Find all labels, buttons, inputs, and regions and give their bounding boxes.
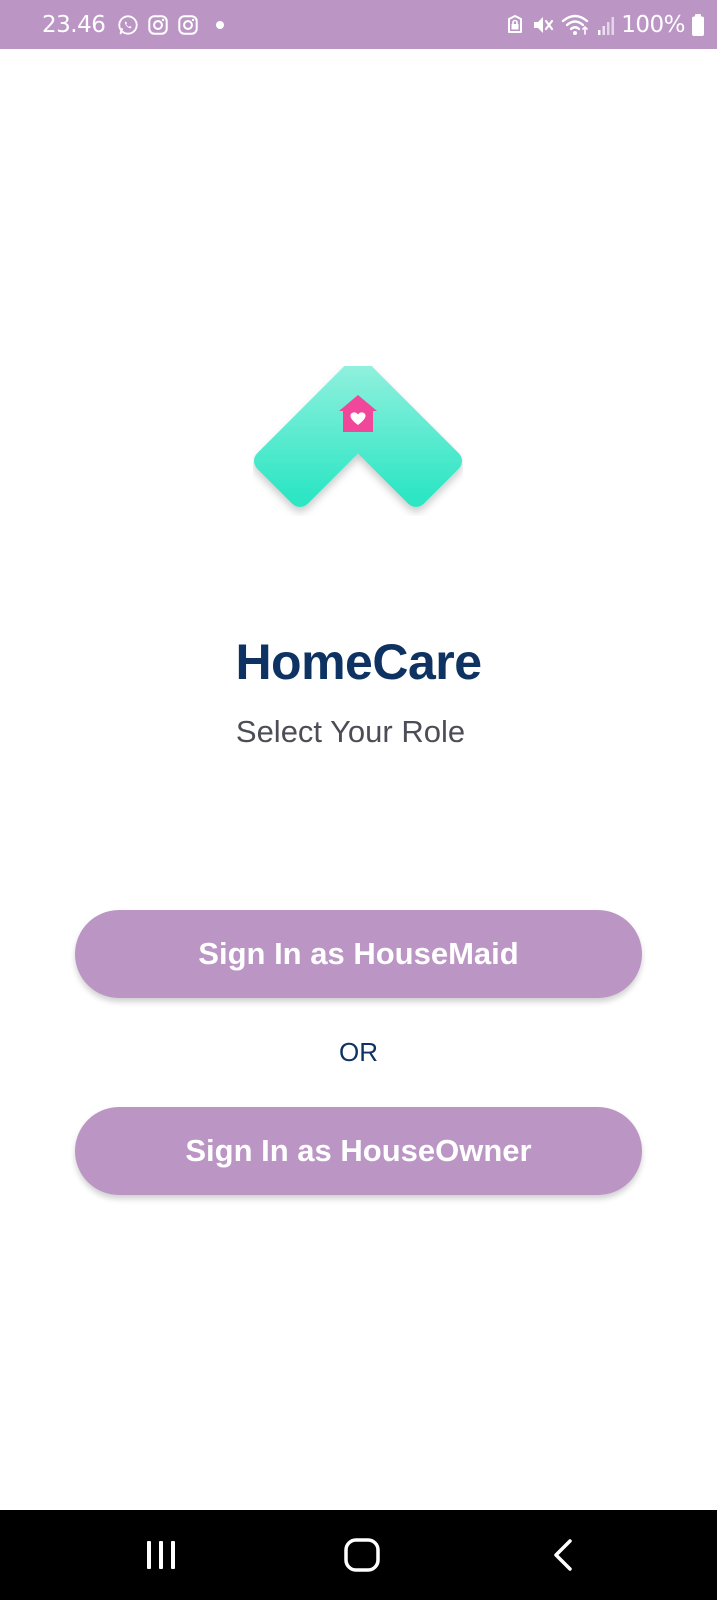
battery-percentage: 100% xyxy=(621,12,685,38)
vpn-lock-icon xyxy=(505,14,525,36)
system-status-icons: 100% xyxy=(505,12,705,38)
notification-icons xyxy=(117,14,225,36)
mute-icon xyxy=(531,14,555,36)
app-title: HomeCare xyxy=(235,634,482,690)
back-icon[interactable] xyxy=(533,1530,593,1580)
signal-icon xyxy=(597,14,615,36)
instagram-icon xyxy=(177,14,199,36)
or-separator: OR xyxy=(339,1037,378,1067)
navigation-bar xyxy=(0,1510,717,1600)
page-subtitle: Select Your Role xyxy=(235,714,466,749)
wifi-icon xyxy=(561,13,591,37)
battery-icon xyxy=(691,13,705,37)
dot-icon xyxy=(215,20,225,30)
homecare-logo-icon xyxy=(253,357,463,516)
status-time: 23.46 xyxy=(42,12,106,38)
sign-in-housemaid-button[interactable]: Sign In as HouseMaid xyxy=(75,910,642,998)
home-icon[interactable] xyxy=(332,1530,392,1580)
recents-icon[interactable] xyxy=(131,1530,191,1580)
status-bar: 23.46 100% xyxy=(0,0,717,49)
whatsapp-icon xyxy=(117,14,139,36)
role-selection-screen: 23.46 100% HomeCare Select Your Role Sig… xyxy=(0,0,717,1600)
instagram-icon xyxy=(147,14,169,36)
sign-in-houseowner-button[interactable]: Sign In as HouseOwner xyxy=(75,1107,642,1195)
